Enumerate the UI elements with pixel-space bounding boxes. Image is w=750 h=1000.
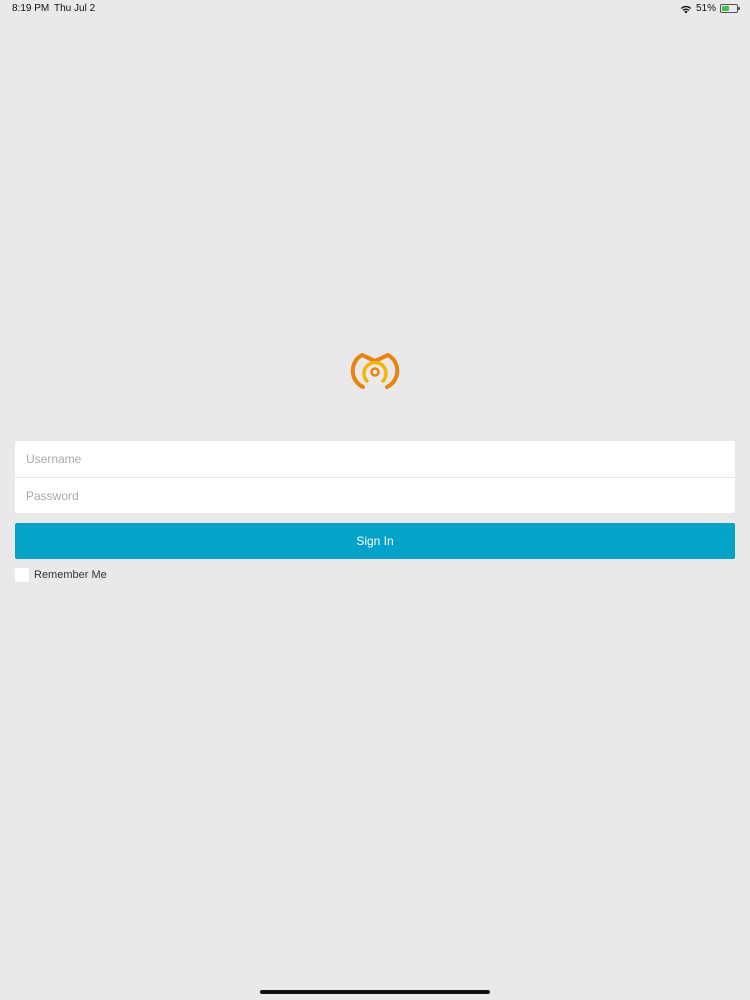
status-time: 8:19 PM xyxy=(12,3,50,14)
remember-me-checkbox[interactable] xyxy=(15,568,29,582)
app-logo-icon xyxy=(350,353,400,389)
remember-me-label: Remember Me xyxy=(34,569,107,581)
password-field xyxy=(15,477,735,513)
status-date: Thu Jul 2 xyxy=(54,3,96,14)
username-input[interactable] xyxy=(15,441,735,477)
battery-icon xyxy=(720,4,740,13)
home-indicator[interactable] xyxy=(260,990,490,994)
battery-percent: 51% xyxy=(695,3,716,14)
remember-me-row[interactable]: Remember Me xyxy=(15,568,107,582)
sign-in-button[interactable]: Sign In xyxy=(15,523,735,559)
password-input[interactable] xyxy=(15,478,735,513)
battery-fill xyxy=(722,6,730,11)
wifi-icon xyxy=(680,5,692,13)
status-bar: 8:19 PM Thu Jul 2 51% xyxy=(0,0,750,20)
login-form xyxy=(15,441,735,513)
username-field xyxy=(15,441,735,477)
status-indicators: 51% xyxy=(680,3,740,14)
